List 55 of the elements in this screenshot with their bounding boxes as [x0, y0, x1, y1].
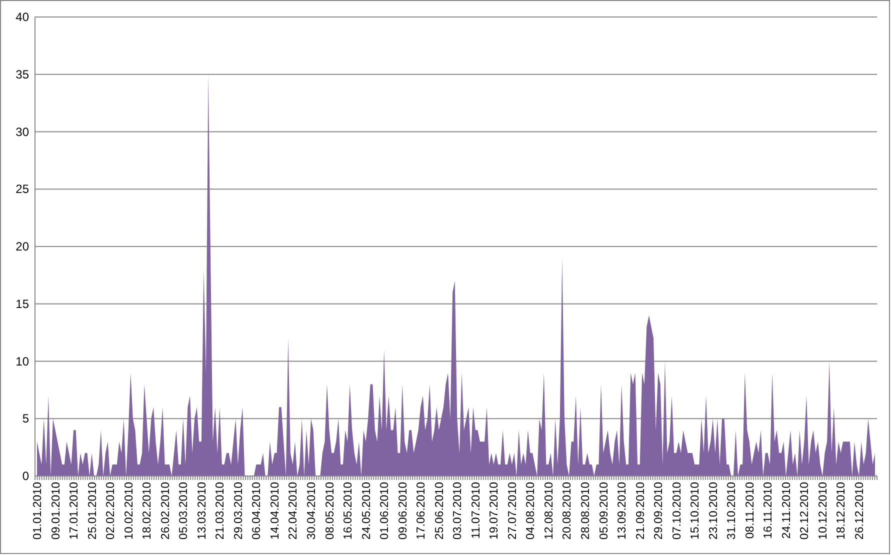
x-tick-label: 23.10.2010	[708, 482, 720, 540]
x-tick-label: 09.06.2010	[397, 482, 410, 540]
y-tick-label: 10	[16, 354, 29, 368]
x-tick-label: 07.10.2010	[671, 482, 684, 540]
x-tick-label: 22.04.2010	[288, 482, 300, 540]
y-tick-label: 20	[16, 240, 29, 254]
x-tick-label: 03.07.2010	[452, 482, 464, 540]
x-tick-label: 17.01.2010	[68, 482, 81, 540]
y-tick-label: 15	[16, 296, 29, 311]
x-tick-label: 30.04.2010	[306, 482, 318, 540]
x-tick-label: 21.09.2010	[634, 482, 647, 540]
y-tick-label: 30	[16, 124, 29, 139]
x-tick-label: 09.01.2010	[50, 482, 62, 540]
x-tick-label: 18.12.2010	[836, 482, 848, 540]
x-tick-label: 02.02.2010	[105, 482, 118, 540]
x-tick-label: 16.11.2010	[762, 482, 775, 539]
x-tick-label: 08.11.2010	[744, 482, 756, 539]
x-tick-label: 17.06.2010	[416, 482, 428, 540]
x-tick-label: 11.07.2010	[470, 482, 482, 539]
x-tick-label: 01.06.2010	[379, 482, 392, 540]
x-tick-label: 04.08.2010	[525, 482, 538, 540]
x-tick-label: 12.08.2010	[543, 482, 556, 540]
x-tick-label: 31.10.2010	[726, 482, 738, 540]
x-tick-label: 05.09.2010	[598, 482, 610, 540]
x-tick-label: 29.03.2010	[232, 482, 245, 540]
y-tick-label: 40	[16, 10, 29, 24]
x-tick-label: 26.12.2010	[854, 482, 866, 540]
x-tick-label: 25.01.2010	[86, 482, 99, 540]
x-tick-label: 10.12.2010	[817, 482, 830, 540]
x-tick-label: 27.07.2010	[506, 482, 519, 540]
x-tick-label: 19.07.2010	[488, 482, 501, 540]
x-tick-label: 01.01.2010	[32, 482, 44, 540]
x-tick-label: 28.08.2010	[580, 482, 592, 540]
y-tick-label: 35	[16, 67, 29, 82]
x-tick-label: 06.04.2010	[251, 482, 264, 540]
x-tick-label: 10.02.2010	[123, 482, 136, 540]
x-tick-label: 13.03.2010	[196, 482, 208, 540]
x-tick-label: 26.02.2010	[160, 482, 172, 540]
x-tick-label: 18.02.2010	[142, 482, 154, 540]
x-tick-label: 29.09.2010	[653, 482, 666, 540]
x-tick-label: 15.10.2010	[690, 482, 702, 540]
x-tick-label: 08.05.2010	[324, 482, 336, 540]
x-tick-label: 24.05.2010	[360, 482, 373, 540]
x-tick-label: 02.12.2010	[799, 482, 812, 540]
y-tick-label: 25	[16, 182, 29, 196]
x-tick-label: 13.09.2010	[616, 482, 629, 540]
x-tick-label: 20.08.2010	[562, 482, 574, 540]
y-tick-label: 5	[22, 412, 29, 426]
x-tick-label: 05.03.2010	[178, 482, 190, 540]
x-tick-label: 16.05.2010	[342, 482, 355, 540]
x-tick-label: 25.06.2010	[434, 482, 446, 540]
x-tick-label: 24.11.2010	[780, 482, 793, 539]
x-tick-label: 14.04.2010	[269, 482, 282, 540]
x-tick-label: 21.03.2010	[214, 482, 227, 540]
y-tick-label: 0	[22, 469, 29, 483]
